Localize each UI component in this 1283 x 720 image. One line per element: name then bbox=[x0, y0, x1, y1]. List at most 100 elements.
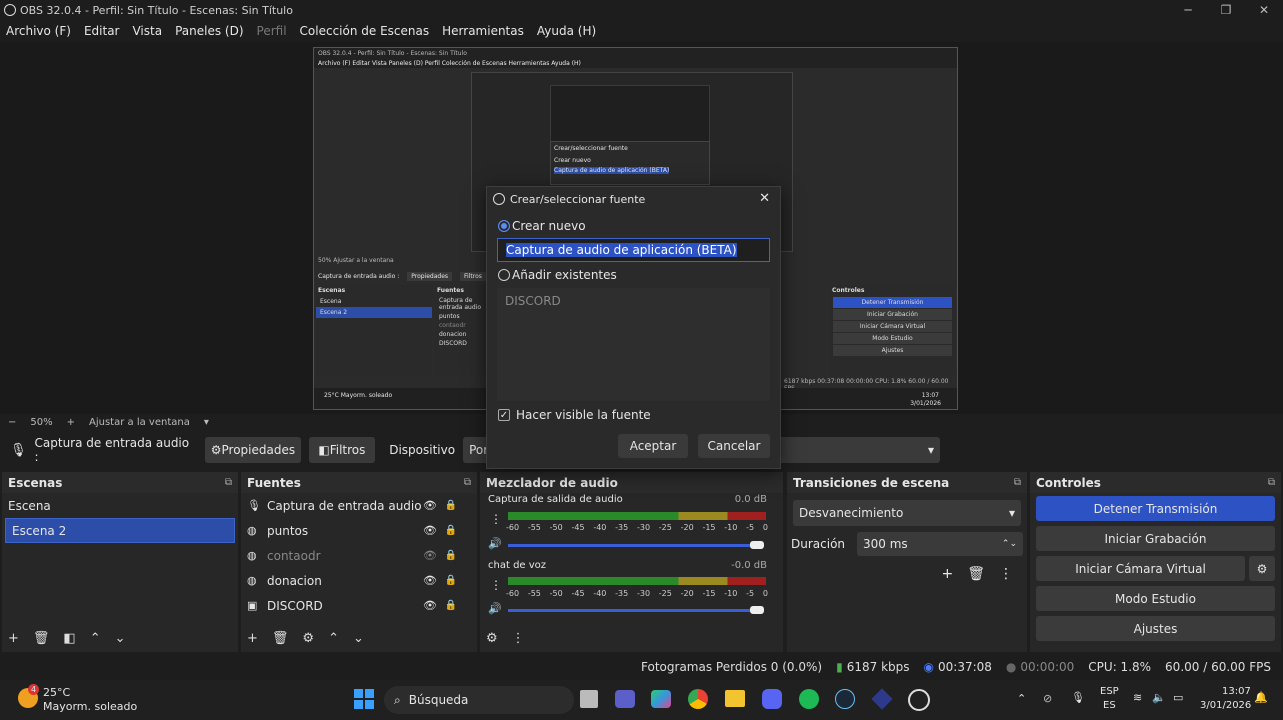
chevron-down-icon[interactable]: ▾ bbox=[204, 417, 209, 428]
float-icon[interactable]: ⧉ bbox=[464, 477, 471, 488]
radio-selected-icon[interactable] bbox=[498, 220, 510, 232]
arrow-up-icon[interactable]: ⌃ bbox=[90, 631, 101, 646]
transition-select[interactable]: Desvanecimiento ▾ bbox=[793, 500, 1021, 526]
cancel-button[interactable]: Cancelar bbox=[698, 434, 770, 458]
notifications-icon[interactable]: 🔔 bbox=[1254, 691, 1268, 704]
float-icon[interactable]: ⧉ bbox=[1014, 477, 1021, 488]
discord-icon[interactable] bbox=[762, 689, 782, 709]
volume-icon[interactable]: 🔈 bbox=[1152, 691, 1166, 704]
minimize-button[interactable]: ─ bbox=[1169, 0, 1207, 20]
kebab-menu-icon[interactable]: ⋮ bbox=[490, 578, 502, 592]
source-item[interactable]: ◍ puntos 👁 🔒 bbox=[241, 518, 477, 543]
close-icon[interactable]: ✕ bbox=[759, 191, 770, 206]
lock-icon[interactable]: 🔒 bbox=[445, 550, 457, 561]
trash-icon[interactable]: 🗑 bbox=[272, 631, 289, 646]
existing-source-item[interactable]: DISCORD bbox=[505, 294, 762, 308]
search-box[interactable]: ⌕ Búsqueda bbox=[384, 686, 574, 714]
keyboard-layout[interactable]: ES bbox=[1103, 700, 1116, 711]
lock-icon[interactable]: 🔒 bbox=[445, 525, 457, 536]
start-virtual-camera-button[interactable]: Iniciar Cámara Virtual bbox=[1036, 556, 1245, 581]
file-explorer-icon[interactable] bbox=[725, 690, 745, 707]
gear-icon[interactable]: ⚙ bbox=[1249, 556, 1275, 581]
network-off-icon[interactable]: ⊘ bbox=[1043, 692, 1052, 705]
task-view-icon[interactable] bbox=[580, 690, 598, 708]
source-item[interactable]: 🎙 Captura de entrada audio 👁 🔒 bbox=[241, 493, 477, 518]
kebab-menu-icon[interactable]: ⋮ bbox=[999, 566, 1013, 582]
stop-streaming-button[interactable]: Detener Transmisión bbox=[1036, 496, 1275, 521]
lock-icon[interactable]: 🔒 bbox=[445, 600, 457, 611]
gear-icon[interactable]: ⚙ bbox=[302, 631, 314, 646]
speaker-icon[interactable]: 🔊 bbox=[488, 537, 502, 550]
radio-unselected-icon[interactable] bbox=[498, 269, 510, 281]
language-code[interactable]: ESP bbox=[1100, 686, 1119, 697]
copilot-icon[interactable] bbox=[651, 690, 671, 708]
lock-icon[interactable]: 🔒 bbox=[445, 575, 457, 586]
volume-slider[interactable] bbox=[508, 609, 760, 612]
source-item[interactable]: ◍ donacion 👁 🔒 bbox=[241, 568, 477, 593]
chrome-icon[interactable] bbox=[688, 689, 708, 709]
menu-vista[interactable]: Vista bbox=[132, 24, 162, 38]
start-recording-button[interactable]: Iniciar Grabación bbox=[1036, 526, 1275, 551]
filters-button[interactable]: ◧ Filtros bbox=[308, 437, 376, 463]
menu-perfil[interactable]: Perfil bbox=[257, 24, 287, 38]
menu-archivo[interactable]: Archivo (F) bbox=[6, 24, 71, 38]
arrow-up-icon[interactable]: ⌃ bbox=[328, 631, 339, 646]
menu-paneles[interactable]: Paneles (D) bbox=[175, 24, 243, 38]
battery-icon[interactable]: ▭ bbox=[1173, 691, 1183, 704]
teams-icon[interactable] bbox=[615, 690, 635, 708]
source-name-input[interactable]: Captura de audio de aplicación (BETA) bbox=[497, 238, 770, 262]
existing-sources-list[interactable]: DISCORD bbox=[497, 288, 770, 401]
kebab-menu-icon[interactable]: ⋮ bbox=[512, 631, 525, 646]
menu-ayuda[interactable]: Ayuda (H) bbox=[537, 24, 596, 38]
eye-icon[interactable]: 👁 bbox=[423, 499, 437, 512]
speaker-icon[interactable]: 🔊 bbox=[488, 602, 502, 615]
steam-icon[interactable] bbox=[835, 689, 855, 709]
volume-knob[interactable] bbox=[750, 606, 764, 614]
volume-knob[interactable] bbox=[750, 541, 764, 549]
arrow-down-icon[interactable]: ⌄ bbox=[115, 631, 126, 646]
add-icon[interactable]: + bbox=[8, 631, 19, 646]
source-item[interactable]: ◍ contaodr 👁 🔒 bbox=[241, 543, 477, 568]
kebab-menu-icon[interactable]: ⋮ bbox=[490, 512, 502, 526]
menu-coleccion[interactable]: Colección de Escenas bbox=[300, 24, 430, 38]
wifi-icon[interactable]: ≋ bbox=[1133, 691, 1142, 704]
volume-slider[interactable] bbox=[508, 544, 760, 547]
properties-button[interactable]: ⚙ Propiedades bbox=[205, 437, 301, 463]
accept-button[interactable]: Aceptar bbox=[618, 434, 688, 458]
source-item[interactable]: ▣ DISCORD 👁 🔒 bbox=[241, 593, 477, 618]
trash-icon[interactable]: 🗑 bbox=[33, 631, 50, 646]
close-window-button[interactable]: ✕ bbox=[1245, 0, 1283, 20]
settings-button[interactable]: Ajustes bbox=[1036, 616, 1275, 641]
arrow-down-icon[interactable]: ⌄ bbox=[353, 631, 364, 646]
make-visible-checkbox[interactable]: ✓ Hacer visible la fuente bbox=[498, 408, 780, 422]
eye-off-icon[interactable]: 👁 bbox=[423, 549, 437, 562]
eye-icon[interactable]: 👁 bbox=[423, 574, 437, 587]
add-icon[interactable]: + bbox=[247, 631, 258, 646]
create-new-option[interactable]: Crear nuevo bbox=[498, 219, 780, 233]
microphone-icon[interactable]: 🎙 bbox=[1071, 691, 1085, 704]
add-icon[interactable]: + bbox=[941, 566, 953, 582]
maximize-button[interactable]: ❐ bbox=[1207, 0, 1245, 20]
clock-date[interactable]: 3/01/2026 bbox=[1200, 700, 1251, 711]
app-diamond-icon[interactable] bbox=[871, 688, 893, 710]
filter-icon[interactable]: ◧ bbox=[63, 631, 75, 646]
studio-mode-button[interactable]: Modo Estudio bbox=[1036, 586, 1275, 611]
spotify-icon[interactable] bbox=[799, 689, 819, 709]
chevron-up-icon[interactable]: ⌃ bbox=[1017, 692, 1026, 705]
checkbox-checked-icon[interactable]: ✓ bbox=[498, 409, 510, 421]
float-icon[interactable]: ⧉ bbox=[1268, 477, 1275, 488]
lock-icon[interactable]: 🔒 bbox=[445, 500, 457, 511]
eye-icon[interactable]: 👁 bbox=[423, 524, 437, 537]
zoom-in-button[interactable]: + bbox=[67, 417, 75, 428]
clock-time[interactable]: 13:07 bbox=[1222, 686, 1251, 697]
eye-icon[interactable]: 👁 bbox=[423, 599, 437, 612]
float-icon[interactable]: ⧉ bbox=[225, 477, 232, 488]
add-existing-option[interactable]: Añadir existentes bbox=[498, 268, 780, 282]
scene-item[interactable]: Escena 2 bbox=[5, 518, 235, 543]
trash-icon[interactable]: 🗑 bbox=[967, 566, 985, 582]
advanced-audio-icon[interactable]: ⚙ bbox=[486, 631, 498, 646]
duration-spinbox[interactable]: 300 ms ⌃⌄ bbox=[857, 532, 1023, 556]
menu-editar[interactable]: Editar bbox=[84, 24, 120, 38]
fit-window-button[interactable]: Ajustar a la ventana bbox=[89, 417, 190, 428]
scene-item[interactable]: Escena bbox=[2, 493, 238, 518]
